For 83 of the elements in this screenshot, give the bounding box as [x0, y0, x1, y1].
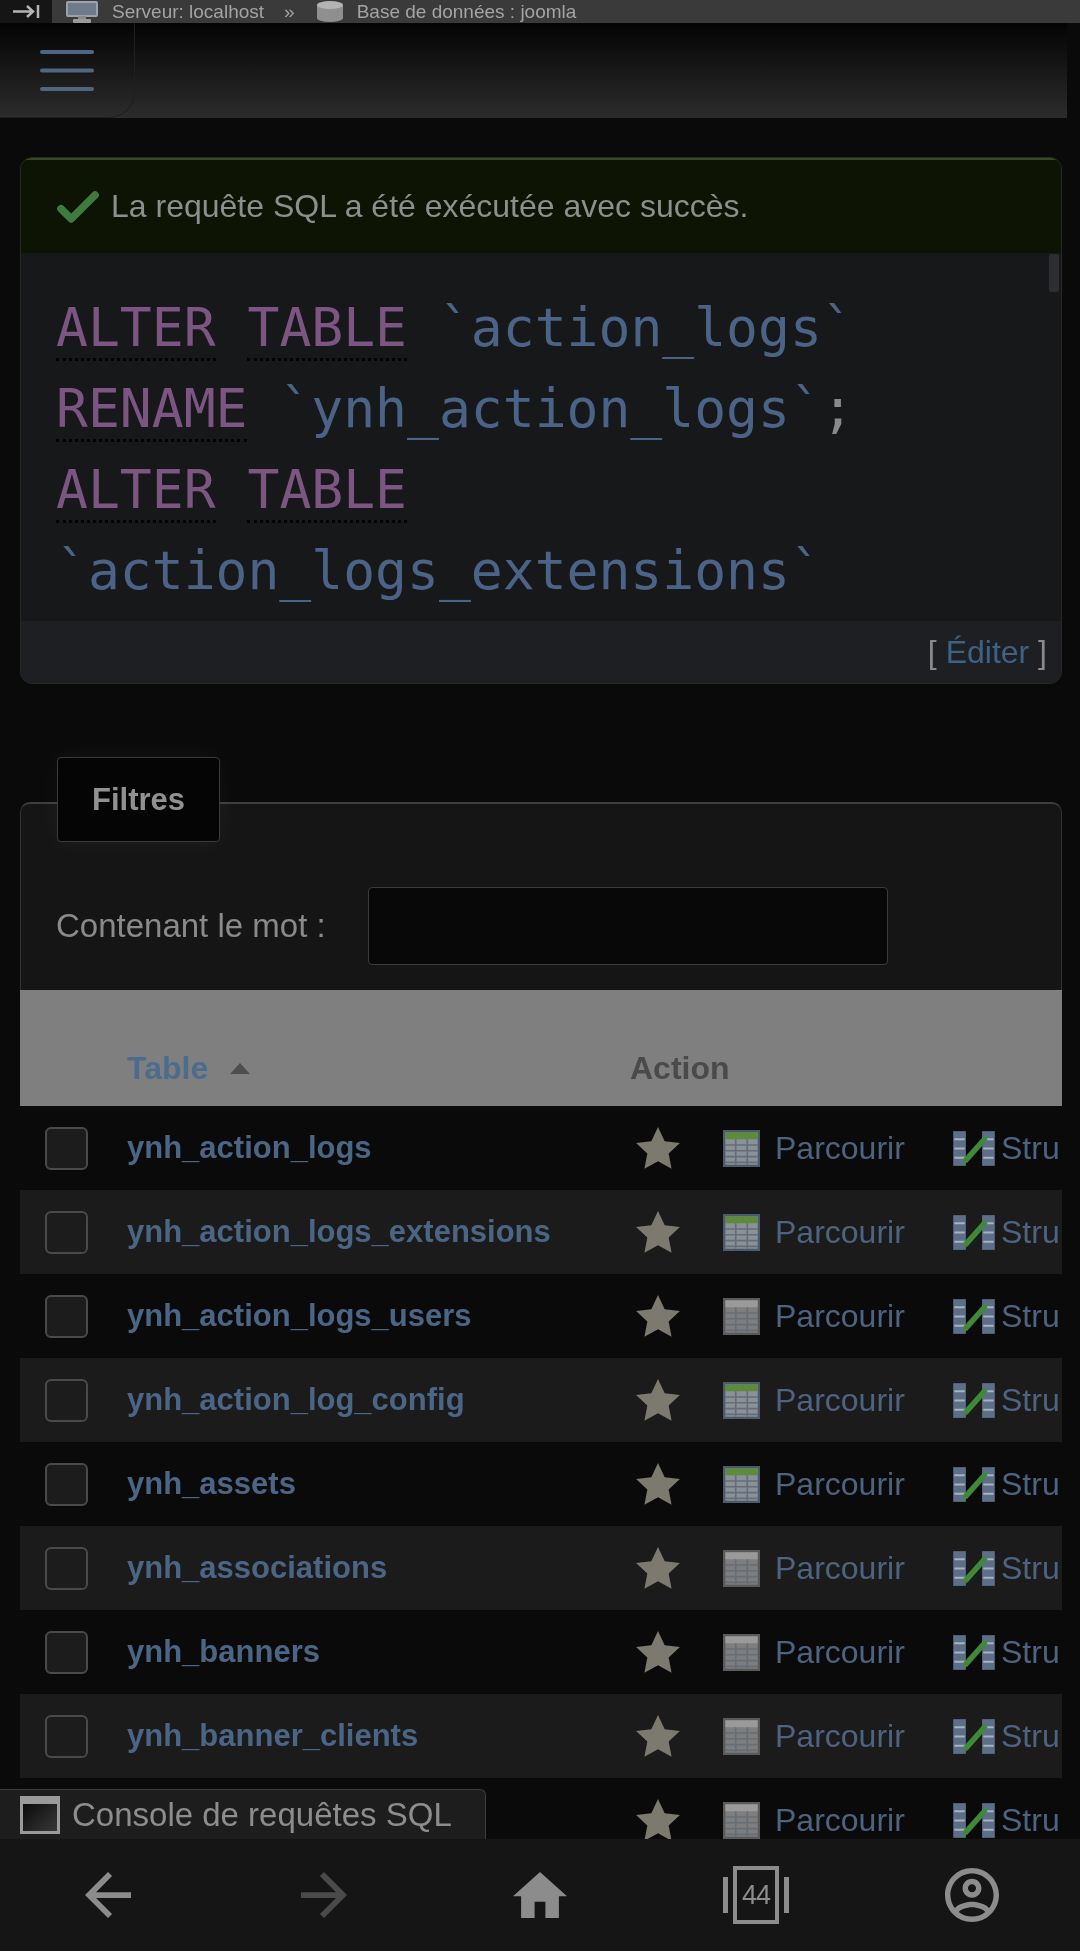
row-checkbox[interactable]	[45, 1462, 88, 1506]
row-checkbox[interactable]	[45, 1294, 88, 1338]
table-name-link[interactable]: ynh_action_logs_extensions	[127, 1210, 551, 1254]
scrollbar[interactable]	[1049, 254, 1059, 292]
sort-icon[interactable]	[230, 1062, 251, 1074]
structure-link[interactable]: Stru	[952, 1378, 1060, 1422]
browse-link[interactable]: Parcourir	[723, 1210, 905, 1254]
structure-link[interactable]: Stru	[952, 1210, 1060, 1254]
table-name-link[interactable]: ynh_action_logs_users	[127, 1294, 472, 1338]
structure-link[interactable]: Stru	[952, 1714, 1060, 1758]
account-icon	[945, 1868, 999, 1922]
sql-code-line: RENAME `ynh_action_logs`;	[56, 368, 854, 449]
window-icon	[20, 1795, 60, 1834]
star-icon[interactable]	[635, 1295, 681, 1337]
star-icon[interactable]	[635, 1715, 681, 1757]
sql-keyword-link[interactable]: ALTER	[56, 297, 216, 361]
table-name-link[interactable]: ynh_assets	[127, 1462, 296, 1506]
browse-link[interactable]: Parcourir	[723, 1294, 905, 1338]
monitor-icon	[64, 0, 100, 23]
row-checkbox[interactable]	[45, 1546, 88, 1590]
table-name-link[interactable]: ynh_associations	[127, 1546, 388, 1590]
menu-button[interactable]	[0, 23, 135, 118]
star-icon[interactable]	[635, 1799, 681, 1839]
sql-keyword-link[interactable]: TABLE	[247, 459, 407, 523]
structure-icon	[952, 1465, 996, 1503]
structure-icon	[952, 1633, 996, 1671]
structure-link[interactable]: Stru	[952, 1630, 1060, 1674]
row-checkbox[interactable]	[45, 1630, 88, 1674]
star-icon[interactable]	[635, 1127, 681, 1169]
sql-console-tab[interactable]: Console de requêtes SQL	[0, 1789, 486, 1839]
structure-icon	[952, 1801, 996, 1839]
browse-link[interactable]: Parcourir	[723, 1546, 905, 1590]
breadcrumb-link[interactable]: Serveur: localhost	[112, 0, 265, 23]
star-icon[interactable]	[635, 1463, 681, 1505]
back-arrow-icon	[85, 1872, 131, 1918]
structure-icon	[952, 1129, 996, 1167]
success-message: La requête SQL a été exécutée avec succès.	[111, 188, 749, 225]
structure-link[interactable]: Stru	[952, 1798, 1060, 1839]
row-checkbox[interactable]	[45, 1210, 88, 1254]
sql-code-line: `action_logs_extensions`	[56, 539, 822, 604]
structure-icon	[952, 1549, 996, 1587]
browse-link[interactable]: Parcourir	[723, 1714, 905, 1758]
breadcrumb-link[interactable]: Base de données : joomla	[356, 0, 577, 23]
structure-link[interactable]: Stru	[952, 1462, 1060, 1506]
row-checkbox[interactable]	[45, 1378, 88, 1422]
browse-link[interactable]: Parcourir	[723, 1462, 905, 1506]
row-checkbox[interactable]	[45, 1714, 88, 1758]
structure-icon	[952, 1213, 996, 1251]
sql-keyword-link[interactable]: TABLE	[247, 297, 407, 361]
table-name-link[interactable]: ynh_action_log_config	[127, 1378, 465, 1422]
tabs-button[interactable]: 44	[723, 1866, 789, 1924]
home-icon	[513, 1872, 567, 1918]
filters-legend: Filtres	[57, 757, 221, 842]
star-icon[interactable]	[635, 1211, 681, 1253]
browse-link[interactable]: Parcourir	[723, 1126, 905, 1170]
edit-link[interactable]: Éditer	[945, 633, 1030, 670]
browse-link[interactable]: Parcourir	[723, 1798, 905, 1839]
table-name-link[interactable]: ynh_banners	[127, 1630, 320, 1674]
menu-icon	[40, 49, 94, 91]
row-checkbox[interactable]	[45, 1126, 88, 1170]
structure-icon	[952, 1717, 996, 1755]
star-icon[interactable]	[635, 1631, 681, 1673]
checkmark-icon	[57, 189, 99, 224]
table-name-link[interactable]: ynh_action_logs	[127, 1126, 372, 1170]
table-name-link[interactable]: ynh_banner_clients	[127, 1714, 419, 1758]
star-icon[interactable]	[635, 1547, 681, 1589]
structure-link[interactable]: Stru	[952, 1546, 1060, 1590]
browse-link[interactable]: Parcourir	[723, 1630, 905, 1674]
star-icon[interactable]	[635, 1379, 681, 1421]
sql-keyword-link[interactable]: RENAME	[56, 378, 248, 442]
structure-link[interactable]: Stru	[952, 1294, 1060, 1338]
structure-link[interactable]: Stru	[952, 1126, 1060, 1170]
database-icon	[314, 0, 345, 23]
structure-icon	[952, 1297, 996, 1335]
structure-icon	[952, 1381, 996, 1419]
browse-link[interactable]: Parcourir	[723, 1378, 905, 1422]
forward-arrow-icon	[301, 1872, 347, 1918]
breadcrumb-separator: »	[284, 0, 295, 23]
sql-code-line: ALTER TABLE `action_logs`	[56, 287, 854, 368]
edit-action: [ Éditer ]	[927, 633, 1047, 671]
sql-keyword-link[interactable]: ALTER	[56, 459, 216, 523]
filter-label: Contenant le mot :	[56, 907, 326, 945]
filter-input-field[interactable]	[367, 887, 888, 965]
